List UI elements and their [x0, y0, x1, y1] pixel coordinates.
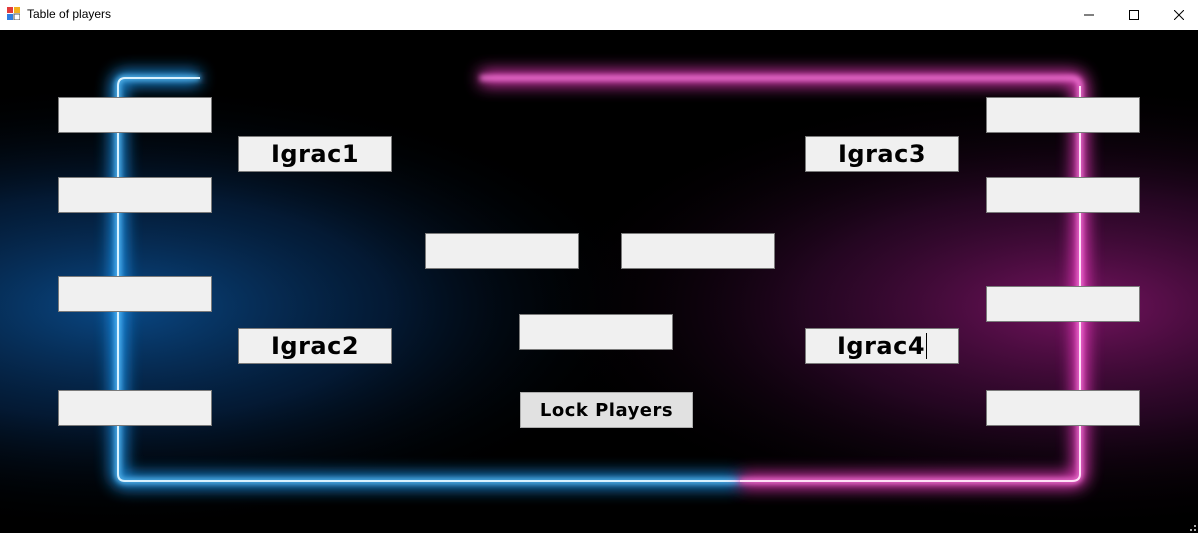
right-semi-slot-1[interactable]: Igrac3	[805, 136, 959, 172]
player-name: Igrac4	[836, 332, 926, 360]
left-outer-slot-4[interactable]	[58, 390, 212, 426]
final-slot-right[interactable]	[621, 233, 775, 269]
player-name: Igrac3	[837, 140, 927, 168]
right-outer-slot-4[interactable]	[986, 390, 1140, 426]
minimize-button[interactable]	[1066, 0, 1112, 30]
close-button[interactable]	[1156, 0, 1198, 30]
winner-slot[interactable]	[519, 314, 673, 350]
left-semi-slot-2[interactable]: Igrac2	[238, 328, 392, 364]
resize-grip-icon[interactable]	[1190, 525, 1196, 531]
maximize-button[interactable]	[1111, 0, 1157, 30]
right-outer-slot-2[interactable]	[986, 177, 1140, 213]
left-semi-slot-1[interactable]: Igrac1	[238, 136, 392, 172]
app-icon	[7, 7, 20, 20]
player-name: Igrac1	[270, 140, 360, 168]
final-slot-left[interactable]	[425, 233, 579, 269]
player-name: Igrac2	[270, 332, 360, 360]
bracket-canvas: Igrac1 Igrac2 Lock Players Igrac3 Igrac4	[0, 30, 1198, 533]
lock-players-button[interactable]: Lock Players	[520, 392, 693, 428]
maximize-icon	[1129, 10, 1139, 20]
close-icon	[1174, 10, 1184, 20]
left-outer-slot-1[interactable]	[58, 97, 212, 133]
minimize-icon	[1084, 14, 1094, 16]
right-semi-slot-2[interactable]: Igrac4	[805, 328, 959, 364]
app-window: Table of players Igrac1 Igrac2 Lock Play…	[0, 0, 1198, 533]
left-outer-slot-3[interactable]	[58, 276, 212, 312]
right-outer-slot-1[interactable]	[986, 97, 1140, 133]
text-cursor	[926, 333, 928, 359]
left-outer-slot-2[interactable]	[58, 177, 212, 213]
window-title: Table of players	[27, 7, 112, 21]
title-bar: Table of players	[0, 0, 1198, 30]
right-outer-slot-3[interactable]	[986, 286, 1140, 322]
